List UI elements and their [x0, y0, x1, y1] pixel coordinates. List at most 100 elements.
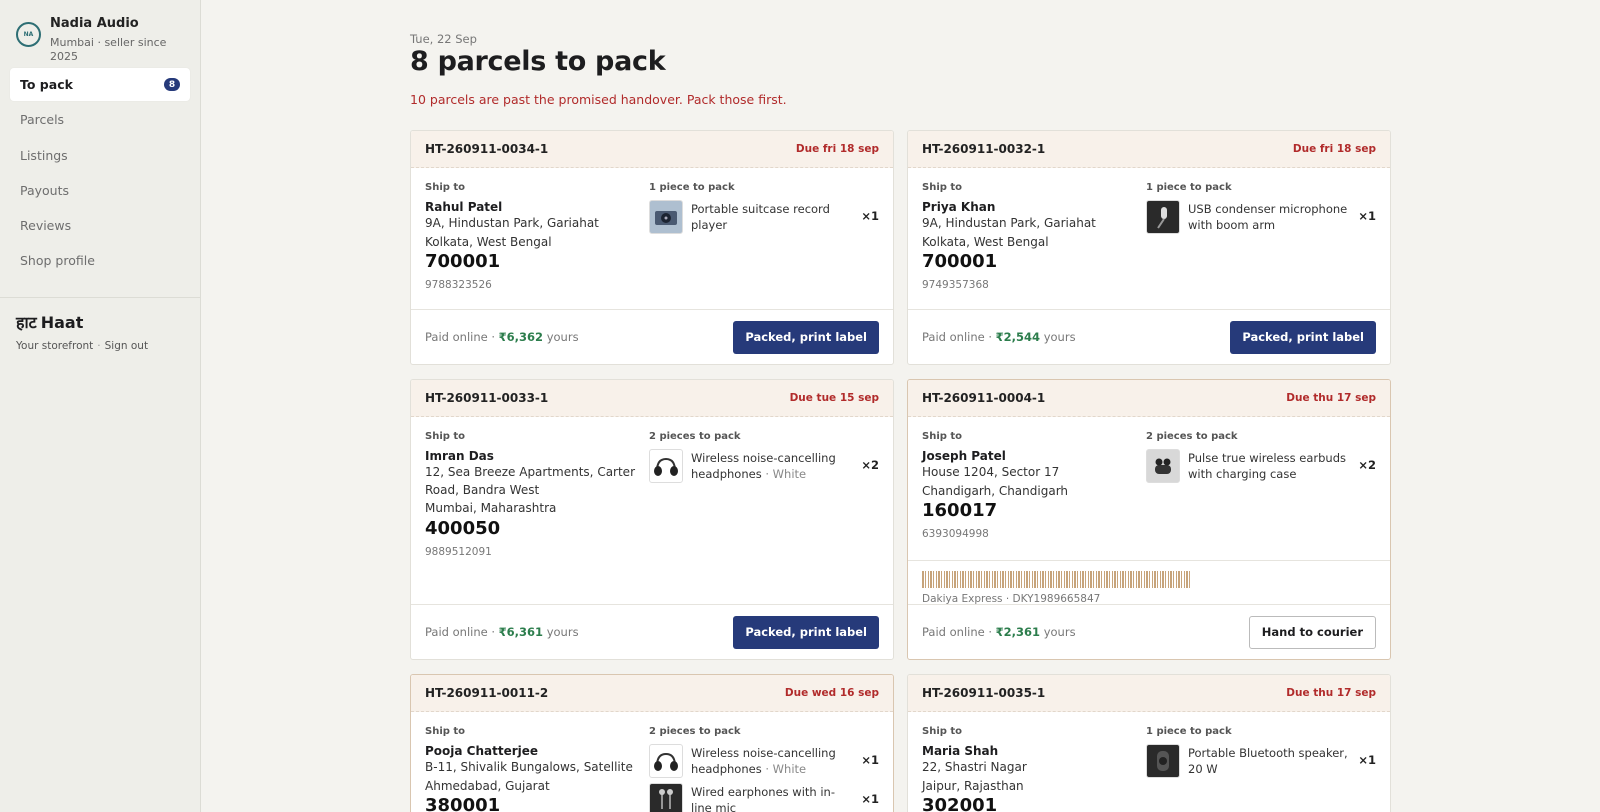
- courier-section: Dakiya Express · DKY1989665847: [908, 560, 1390, 608]
- pincode: 400050: [425, 517, 501, 539]
- list-item: Wireless noise-cancelling headphones · W…: [649, 449, 879, 483]
- sidebar-item-label: To pack: [20, 77, 73, 92]
- phone: 9889512091: [425, 545, 492, 558]
- recipient-name: Joseph Patel: [922, 449, 1006, 463]
- parcel-card: HT-260911-0032-1 Due fri 18 sep Ship to …: [907, 130, 1391, 365]
- phone: 6393094998: [922, 528, 989, 540]
- parcel-id: HT-260911-0033-1: [425, 391, 549, 405]
- pincode: 160017: [922, 500, 998, 521]
- due-date: Due fri 18 sep: [1292, 143, 1376, 155]
- speaker-thumbnail: [1146, 744, 1180, 778]
- address-city: Chandigarh, Chandigarh: [922, 483, 1069, 498]
- pieces-label: 1 piece to pack: [649, 182, 735, 193]
- due-date: Due wed 16 sep: [784, 687, 879, 699]
- address-city: Jaipur, Rajasthan: [922, 778, 1024, 793]
- item-name: USB condenser microphone with boom arm: [1188, 202, 1348, 232]
- sidebar-item-label: Parcels: [20, 112, 65, 128]
- due-date: Due tue 15 sep: [789, 392, 879, 404]
- address-city: Mumbai, Maharashtra: [425, 501, 557, 515]
- pieces-label: 1 piece to pack: [1146, 726, 1232, 737]
- payout-amount: ₹6,361: [498, 625, 544, 639]
- address-city: Kolkata, West Bengal: [922, 234, 1049, 249]
- sidebar-item-reviews[interactable]: Reviews: [10, 209, 190, 242]
- shop-header: NA Nadia Audio Mumbai · seller since 202…: [0, 0, 200, 63]
- list-item: Portable suitcase record player ×1: [649, 200, 879, 234]
- item-quantity: ×1: [861, 753, 879, 767]
- barcode: [922, 571, 1190, 588]
- sidebar-item-payouts[interactable]: Payouts: [10, 174, 190, 207]
- brand-logo-devanagari: हाट: [16, 313, 37, 333]
- address-line: 9A, Hindustan Park, Gariahat: [922, 216, 1096, 230]
- item-name: Portable Bluetooth speaker, 20 W: [1188, 746, 1348, 776]
- list-item: USB condenser microphone with boom arm ×…: [1146, 200, 1376, 234]
- pincode: 380001: [425, 795, 501, 812]
- recipient-name: Pooja Chatterjee: [425, 744, 539, 758]
- ship-to-label: Ship to: [425, 431, 466, 442]
- brand-logo-name: Haat: [40, 313, 84, 333]
- item-quantity: ×2: [861, 458, 879, 472]
- sidebar: NA Nadia Audio Mumbai · seller since 202…: [0, 0, 201, 812]
- list-item: Wireless noise-cancelling headphones · W…: [649, 744, 879, 778]
- page-date: Tue, 22 Sep: [410, 32, 477, 46]
- address-line: 9A, Hindustan Park, Gariahat: [425, 216, 599, 230]
- parcel-id: HT-260911-0032-1: [922, 142, 1046, 156]
- sidebar-item-listings[interactable]: Listings: [10, 139, 190, 172]
- hand-to-courier-button[interactable]: Hand to courier: [1248, 615, 1376, 649]
- item-name: Wired earphones with in-line mic: [691, 785, 835, 812]
- due-date: Due thu 17 sep: [1286, 687, 1376, 699]
- pieces-label: 2 pieces to pack: [649, 726, 741, 737]
- list-item: Portable Bluetooth speaker, 20 W ×1: [1146, 744, 1376, 778]
- phone: 9788323526: [425, 279, 492, 291]
- pieces-label: 1 piece to pack: [1146, 182, 1232, 193]
- recipient-name: Imran Das: [425, 449, 494, 463]
- recipient-name: Maria Shah: [922, 744, 999, 758]
- pincode: 700001: [425, 251, 501, 272]
- payment-info: Paid online · ₹2,361 yours: [922, 625, 1076, 639]
- payment-info: Paid online · ₹6,361 yours: [425, 625, 579, 639]
- parcel-id: HT-260911-0011-2: [425, 686, 549, 700]
- sidebar-item-label: Payouts: [20, 182, 70, 198]
- pieces-label: 2 pieces to pack: [1146, 431, 1238, 442]
- earphones-thumbnail: [649, 783, 683, 812]
- parcel-card: HT-260911-0011-2 Due wed 16 sep Ship to …: [410, 674, 894, 812]
- address-city: Kolkata, West Bengal: [425, 234, 552, 249]
- due-date: Due fri 18 sep: [795, 143, 879, 155]
- sidebar-item-label: Reviews: [20, 218, 72, 234]
- parcel-card: HT-260911-0034-1 Due fri 18 sep Ship to …: [410, 130, 894, 365]
- headphones-thumbnail: [649, 744, 683, 778]
- ship-to-label: Ship to: [425, 726, 466, 737]
- item-quantity: ×1: [1358, 209, 1376, 223]
- sidebar-item-to-pack[interactable]: To pack 8: [10, 68, 190, 101]
- sidebar-nav: To pack 8 Parcels Listings Payouts Revie…: [0, 62, 200, 277]
- page-title: 8 parcels to pack: [410, 46, 666, 77]
- packed-print-label-button[interactable]: Packed, print label: [733, 320, 879, 354]
- pincode: 700001: [922, 251, 998, 272]
- sidebar-item-label: Shop profile: [20, 253, 95, 269]
- sidebar-item-shop-profile[interactable]: Shop profile: [10, 244, 190, 277]
- recipient-name: Priya Khan: [922, 200, 996, 214]
- sign-out-link[interactable]: Sign out: [105, 340, 148, 352]
- due-date: Due thu 17 sep: [1286, 392, 1376, 404]
- address-city: Ahmedabad, Gujarat: [425, 778, 550, 793]
- parcel-card: HT-260911-0033-1 Due tue 15 sep Ship to …: [410, 379, 894, 660]
- parcel-card: HT-260911-0004-1 Due thu 17 sep Ship to …: [907, 379, 1391, 660]
- item-name: Portable suitcase record player: [691, 202, 830, 232]
- avatar: NA: [16, 22, 41, 47]
- product-thumbnail: [649, 200, 683, 234]
- pincode: 302001: [922, 795, 998, 812]
- address-line: 22, Shastri Nagar: [922, 760, 1027, 774]
- list-item: Pulse true wireless earbuds with chargin…: [1146, 449, 1376, 483]
- packed-print-label-button[interactable]: Packed, print label: [733, 615, 879, 649]
- item-quantity: ×1: [861, 792, 879, 806]
- count-badge: 8: [164, 78, 180, 91]
- brand-logo: हाट Haat: [16, 311, 184, 333]
- recipient-name: Rahul Patel: [425, 200, 503, 214]
- pieces-label: 2 pieces to pack: [649, 431, 741, 442]
- headphones-thumbnail: [649, 449, 683, 483]
- shop-name: Nadia Audio: [50, 16, 139, 31]
- ship-to-label: Ship to: [425, 182, 466, 193]
- storefront-link[interactable]: Your storefront: [16, 340, 93, 352]
- packed-print-label-button[interactable]: Packed, print label: [1230, 320, 1376, 354]
- product-thumbnail: [1146, 200, 1180, 234]
- sidebar-item-parcels[interactable]: Parcels: [10, 103, 190, 136]
